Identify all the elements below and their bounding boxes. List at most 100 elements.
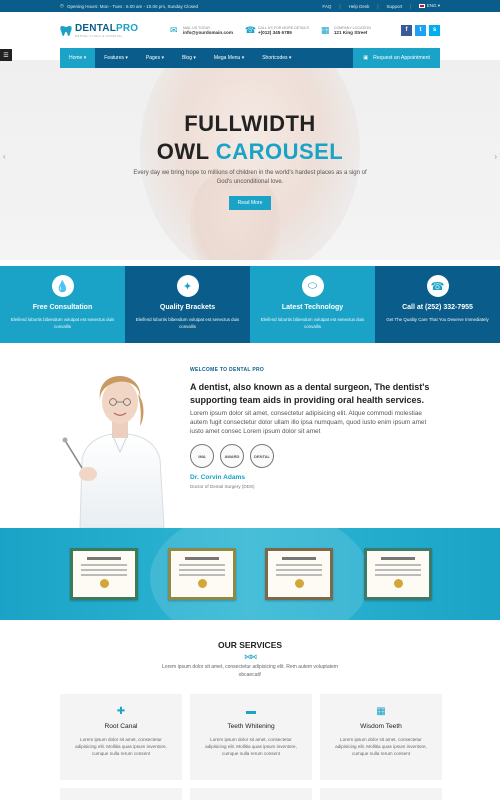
envelope-icon: ✉	[170, 24, 178, 35]
tooth-divider-icon: ⋈⋈	[244, 654, 257, 661]
service-desc: Lorem ipsum dolor sit amet, consectetur …	[335, 737, 427, 756]
site-logo[interactable]: DENTALPRO DENTAL CLINIC & HOSPITAL	[60, 23, 158, 38]
certificates-band	[0, 528, 500, 620]
carousel-next-arrow-icon[interactable]: ›	[494, 152, 497, 161]
first-aid-icon: ✚	[116, 706, 126, 717]
feature-desc: Eleifend lobortis bibendum volutpat est …	[260, 317, 365, 329]
drop-icon: 💧	[51, 275, 74, 297]
feature-latest-technology: ⬭ Latest Technology Eleifend lobortis bi…	[250, 266, 375, 343]
site-header: DENTALPRO DENTAL CLINIC & HOSPITAL ✉ MAI…	[0, 12, 500, 48]
tooth-icon	[60, 25, 72, 36]
service-card-next-row	[60, 788, 182, 800]
about-section: WELCOME TO DENTAL PRO A dentist, also kn…	[0, 360, 500, 529]
feature-quality-brackets: ✦ Quality Brackets Eleifend lobortis bib…	[125, 266, 250, 343]
top-links: FAQ | Help Desk | Support | ENG ▾	[322, 3, 440, 9]
nav-item-mega-menu[interactable]: Mega Menu ▾	[205, 48, 253, 68]
twitter-icon[interactable]: t	[415, 24, 426, 36]
language-selector[interactable]: ENG ▾	[419, 3, 440, 9]
section-subtitle: Lorem ipsum dolor sit amet, consectetur …	[162, 664, 338, 678]
hospital-icon: ▦	[376, 706, 386, 717]
certificate-image	[168, 548, 236, 600]
service-card-next-row	[190, 788, 312, 800]
main-navigation: Home ▾ Features ▾ Pages ▾ Blog ▾ Mega Me…	[60, 48, 440, 68]
certificate-image	[265, 548, 333, 600]
chevron-down-icon: ▾	[161, 55, 164, 61]
brackets-icon: ✦	[176, 275, 199, 297]
phone-icon: ☎	[426, 275, 449, 297]
hero-subtitle: Every day we bring hope to millions of c…	[133, 170, 367, 185]
phone-icon: ☎	[244, 24, 257, 35]
hero-title: FULLWIDTH OWL CAROUSEL	[156, 111, 344, 164]
about-text: WELCOME TO DENTAL PRO A dentist, also kn…	[190, 367, 440, 489]
feature-desc: Eleifend lobortis bibendum volutpat est …	[135, 317, 240, 329]
nav-item-shortcodes[interactable]: Shortcodes ▾	[253, 48, 300, 68]
settings-panel-toggle[interactable]: ☰	[0, 49, 12, 61]
certificate-image	[70, 548, 138, 600]
faq-link[interactable]: FAQ	[322, 4, 331, 9]
service-desc: Lorem ipsum dolor sit amet, consectetur …	[75, 737, 167, 756]
contact-value[interactable]: +(012) 345 6789	[258, 30, 309, 35]
contact-label: COMPANY LOCATION	[333, 25, 371, 30]
sliders-icon: ☰	[3, 52, 9, 59]
support-link[interactable]: Support	[387, 4, 403, 9]
service-card-teeth-whitening[interactable]: ▬ Teeth Whitening Lorem ipsum dolor sit …	[190, 694, 312, 780]
award-badge-icon: IMA	[190, 444, 214, 468]
nav-item-home[interactable]: Home ▾	[60, 48, 96, 68]
hero-carousel: FULLWIDTH OWL CAROUSEL Every day we brin…	[0, 60, 500, 260]
welcome-label: WELCOME TO DENTAL PRO	[190, 367, 265, 373]
facebook-icon[interactable]: f	[401, 24, 412, 36]
read-more-button[interactable]: Read More	[229, 196, 271, 210]
feature-title[interactable]: Call at (252) 332-7955	[402, 304, 473, 311]
features-strip: 💧 Free Consultation Eleifend lobortis bi…	[0, 266, 500, 343]
services-section: OUR SERVICES ⋈⋈ Lorem ipsum dolor sit am…	[0, 620, 500, 800]
nav-item-features[interactable]: Features ▾	[95, 48, 137, 68]
award-badges: IMA AWARD DENTAL	[190, 444, 440, 468]
service-card-next-row	[320, 788, 442, 800]
pill-icon: ⬭	[301, 275, 324, 297]
divider: |	[339, 3, 341, 9]
contact-location: ▦ COMPANY LOCATION 121 King Street	[320, 24, 371, 35]
service-name: Wisdom Teeth	[360, 723, 402, 730]
service-card-root-canal[interactable]: ✚ Root Canal Lorem ipsum dolor sit amet,…	[60, 694, 182, 780]
flag-icon	[419, 3, 426, 8]
logo-title: DENTALPRO	[75, 22, 139, 34]
contact-value[interactable]: info@yourdomain.com	[183, 30, 233, 35]
service-card-wisdom-teeth[interactable]: ▦ Wisdom Teeth Lorem ipsum dolor sit ame…	[320, 694, 442, 780]
opening-hours: ◷ Opening Hours: Mon - Tues : 6.00 am - …	[60, 3, 198, 9]
social-links: f t s	[401, 24, 440, 36]
contact-phone: ☎ CALL US FOR MORE DETAILS +(012) 345 67…	[244, 24, 309, 35]
help-desk-link[interactable]: Help Desk	[349, 4, 370, 9]
nav-item-blog[interactable]: Blog ▾	[173, 48, 205, 68]
certificate-image	[364, 548, 432, 600]
opening-hours-text: Opening Hours: Mon - Tues : 6.00 am - 10…	[66, 3, 199, 9]
chevron-down-icon: ▾	[241, 55, 245, 61]
about-heading: A dentist, also known as a dental surgeo…	[190, 382, 430, 405]
section-title: OUR SERVICES	[217, 640, 283, 650]
feature-desc: Get The Quality Care That You Deserve Im…	[386, 317, 489, 322]
service-name: Root Canal	[104, 723, 138, 730]
contact-value: 121 King Street	[333, 29, 368, 35]
feature-title: Quality Brackets	[159, 304, 216, 311]
skype-icon[interactable]: s	[429, 24, 440, 36]
top-utility-bar: ◷ Opening Hours: Mon - Tues : 6.00 am - …	[0, 0, 500, 12]
contact-label: CALL US FOR MORE DETAILS	[257, 25, 309, 30]
carousel-prev-arrow-icon[interactable]: ‹	[3, 152, 6, 161]
divider: |	[410, 3, 412, 9]
building-icon: ▦	[320, 24, 330, 35]
chevron-down-icon: ▾	[125, 55, 128, 61]
about-body: Lorem ipsum dolor sit amet, consectetur …	[190, 410, 427, 435]
feature-desc: Eleifend lobortis bibendum volutpat est …	[10, 317, 115, 329]
service-desc: Lorem ipsum dolor sit amet, consectetur …	[205, 737, 297, 756]
chevron-down-icon: ▾	[437, 3, 440, 8]
request-appointment-button[interactable]: ▣ Request an Appointment	[353, 48, 440, 68]
doctor-photo	[60, 364, 180, 529]
feature-call: ☎ Call at (252) 332-7955 Get The Quality…	[375, 266, 500, 343]
nav-item-pages[interactable]: Pages ▾	[137, 48, 173, 68]
whitening-icon: ▬	[246, 706, 256, 717]
chevron-down-icon: ▾	[288, 55, 292, 61]
contact-email: ✉ MAIL US TODAY info@yourdomain.com	[170, 24, 233, 35]
chevron-down-icon: ▾	[83, 55, 87, 61]
divider: |	[377, 3, 379, 9]
doctor-name: Dr. Corvin Adams	[190, 474, 246, 481]
feature-free-consultation: 💧 Free Consultation Eleifend lobortis bi…	[0, 266, 125, 343]
